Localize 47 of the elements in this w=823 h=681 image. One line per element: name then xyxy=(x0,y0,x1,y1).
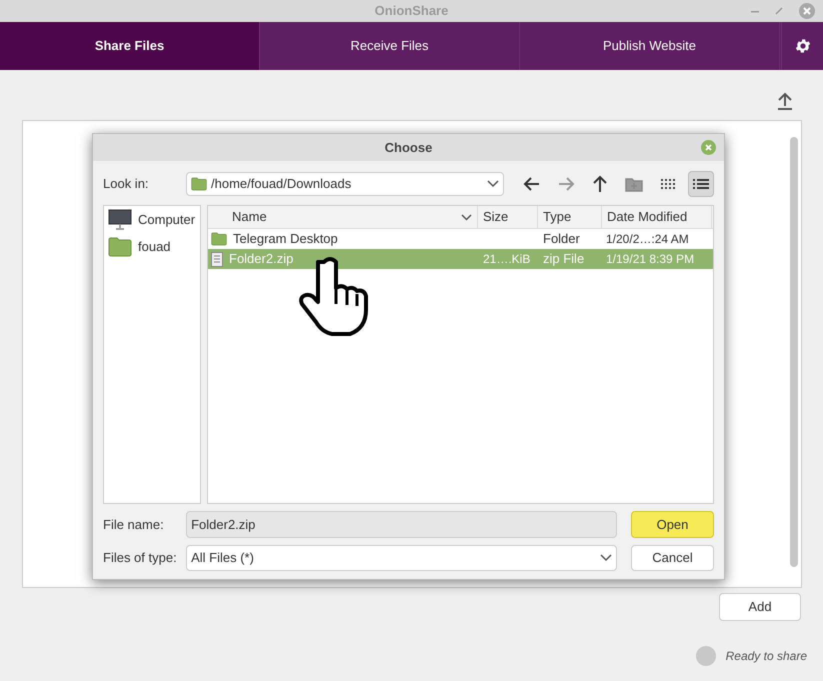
file-name-label: File name: xyxy=(103,516,165,534)
upload-icon[interactable] xyxy=(777,92,793,110)
cancel-button[interactable]: Cancel xyxy=(630,545,714,571)
file-row[interactable]: Telegram Desktop Folder 1/20/2…:24 AM xyxy=(208,229,713,249)
monitor-icon xyxy=(108,209,132,231)
file-name: Folder2.zip xyxy=(229,250,294,268)
look-in-label: Look in: xyxy=(103,175,150,194)
list-view-icon xyxy=(693,178,709,190)
status-indicator xyxy=(696,646,716,666)
column-header[interactable]: Name xyxy=(208,206,478,228)
file-type-dropdown[interactable]: All Files (*) xyxy=(186,545,617,571)
file-name: Telegram Desktop xyxy=(233,230,338,248)
file-date: 1/19/21 8:39 PM xyxy=(606,252,694,266)
column-header[interactable]: Size xyxy=(478,206,538,228)
place-item[interactable]: Computer xyxy=(104,209,200,231)
sort-indicator-icon xyxy=(461,214,472,220)
file-type-value: All Files (*) xyxy=(191,549,255,568)
close-icon[interactable] xyxy=(799,3,815,19)
folder-icon xyxy=(191,177,208,191)
close-icon[interactable] xyxy=(701,140,716,155)
folder-icon xyxy=(108,237,132,257)
list-view-button[interactable] xyxy=(688,171,714,197)
file-size: 21….KiB xyxy=(483,252,530,266)
file-name-field[interactable]: Folder2.zip xyxy=(186,511,617,538)
maximize-icon[interactable] xyxy=(775,7,783,15)
archive-file-icon xyxy=(211,252,223,266)
file-type: Folder xyxy=(543,231,580,246)
settings-icon xyxy=(794,37,812,55)
file-type: zip File xyxy=(543,251,584,266)
folder-icon xyxy=(211,232,227,246)
window-title: OnionShare xyxy=(374,2,448,20)
dialog-title: Choose xyxy=(384,138,432,157)
add-button[interactable]: Add xyxy=(719,593,801,621)
file-type-label: Files of type: xyxy=(103,549,178,568)
scrollbar[interactable] xyxy=(790,137,798,567)
look-in-dropdown[interactable]: /home/fouad/Downloads xyxy=(186,172,504,196)
tab[interactable]: Share Files xyxy=(0,22,260,70)
file-date: 1/20/2…:24 AM xyxy=(606,232,689,246)
place-item[interactable]: fouad xyxy=(104,237,200,257)
chevron-down-icon xyxy=(600,554,612,562)
chevron-down-icon xyxy=(487,180,499,188)
hand-pointer-icon xyxy=(298,256,370,336)
column-header[interactable]: Type xyxy=(538,206,602,228)
open-button[interactable]: Open xyxy=(630,511,714,538)
look-in-path: /home/fouad/Downloads xyxy=(211,175,352,194)
status-text: Ready to share xyxy=(726,648,807,665)
column-header[interactable]: Date Modified xyxy=(602,206,712,228)
